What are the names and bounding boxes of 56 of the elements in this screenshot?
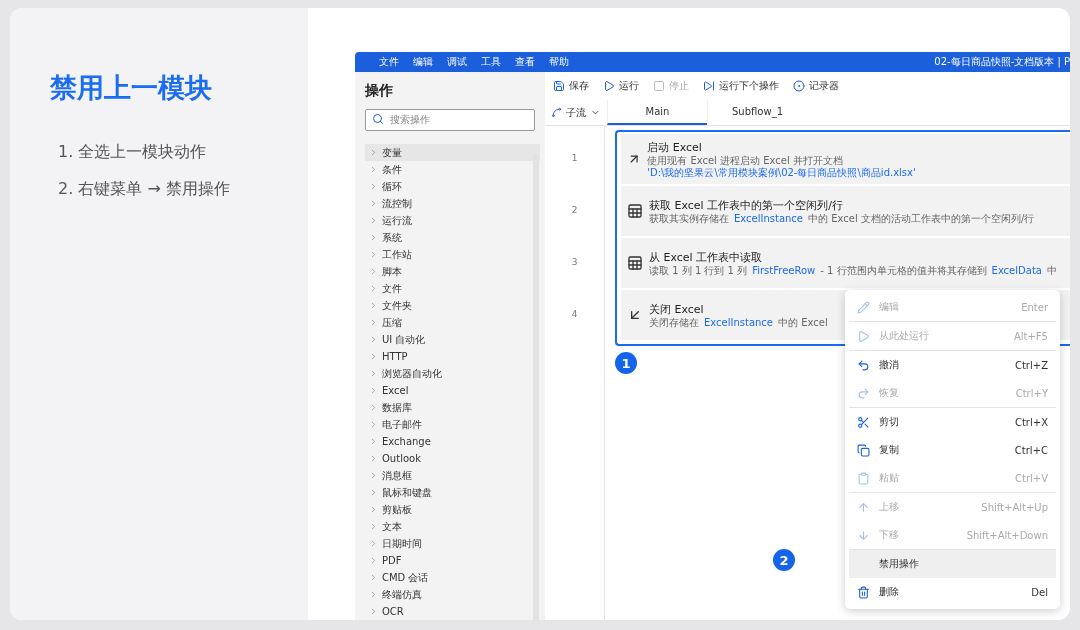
category-label: 工作站 xyxy=(382,247,412,262)
action-description: 中 xyxy=(1046,264,1057,277)
category-label: 电子邮件 xyxy=(382,417,422,432)
line-number: 4 xyxy=(570,308,579,321)
action-description: 关闭存储在 xyxy=(649,316,699,329)
category-label: 运行流 xyxy=(382,213,412,228)
step-badge: 1 xyxy=(615,352,637,374)
variable-token: ExcelData xyxy=(991,264,1042,277)
category-label: HTTP xyxy=(382,351,408,362)
variable-token: 'D:\我的坚果云\常用模块案例\02-每日商品快照\商品id.xlsx' xyxy=(647,166,916,179)
category-label: PDF xyxy=(382,555,402,566)
category-label: 文本 xyxy=(382,519,402,534)
category-label: Exchange xyxy=(382,436,431,447)
action-description: 中的 Excel xyxy=(778,316,828,329)
window-title: 02-每日商品快照-文档版本 | P xyxy=(934,55,1070,69)
action-title: 获取 Excel 工作表中的第一个空闲列/行 xyxy=(649,197,844,213)
category-label: 条件 xyxy=(382,162,402,177)
category-label: CMD 会话 xyxy=(382,570,429,585)
category-label: 终端仿真 xyxy=(382,587,422,602)
category-label: 数据库 xyxy=(382,400,412,415)
variable-token: ExcelInstance xyxy=(704,316,774,329)
category-label: UI 自动化 xyxy=(382,332,426,347)
category-label: 文件 xyxy=(382,281,402,296)
line-number: 3 xyxy=(570,256,579,269)
category-label: 变量 xyxy=(382,145,402,160)
action-description: 使用现有 Excel 进程启动 Excel 并打开文档 xyxy=(647,154,843,167)
category-label: 流控制 xyxy=(382,196,412,211)
action-title: 从 Excel 工作表中读取 xyxy=(649,249,764,265)
sidebar-heading: 操作 xyxy=(365,82,394,100)
slide-title: 禁用上一模块 xyxy=(50,71,213,105)
action-description: 读取 1 列 1 行到 1 列 xyxy=(649,264,748,277)
category-label: 文件夹 xyxy=(382,298,412,313)
category-label: OCR xyxy=(382,606,404,617)
line-number: 1 xyxy=(570,152,579,165)
action-description: 获取其实例存储在 xyxy=(649,212,729,225)
action-description: 中的 Excel 文档的活动工作表中的第一个空闲列/行 xyxy=(808,212,1035,225)
category-label: 日期时间 xyxy=(382,536,422,551)
variable-token: FirstFreeRow xyxy=(752,264,816,277)
category-label: 压缩 xyxy=(382,315,402,330)
step-badge: 2 xyxy=(773,549,795,571)
line-number: 2 xyxy=(570,204,579,217)
category-label: 消息框 xyxy=(382,468,412,483)
category-label: 脚本 xyxy=(382,264,402,279)
step-text: 1. 全选上一模块动作 xyxy=(58,142,208,163)
action-title: 启动 Excel xyxy=(647,139,703,155)
step-text: 2. 右键菜单 → 禁用操作 xyxy=(58,179,231,200)
action-title: 关闭 Excel xyxy=(649,301,705,317)
action-description: - 1 行范围内单元格的值并将其存储到 xyxy=(820,264,987,277)
category-label: 循环 xyxy=(382,179,402,194)
category-label: Outlook xyxy=(382,453,421,464)
category-label: 鼠标和键盘 xyxy=(382,485,432,500)
category-label: 浏览器自动化 xyxy=(382,366,442,381)
category-label: Excel xyxy=(382,385,409,396)
category-label: 系统 xyxy=(382,230,402,245)
category-label: 剪贴板 xyxy=(382,502,412,517)
variable-token: ExcelInstance xyxy=(734,212,804,225)
